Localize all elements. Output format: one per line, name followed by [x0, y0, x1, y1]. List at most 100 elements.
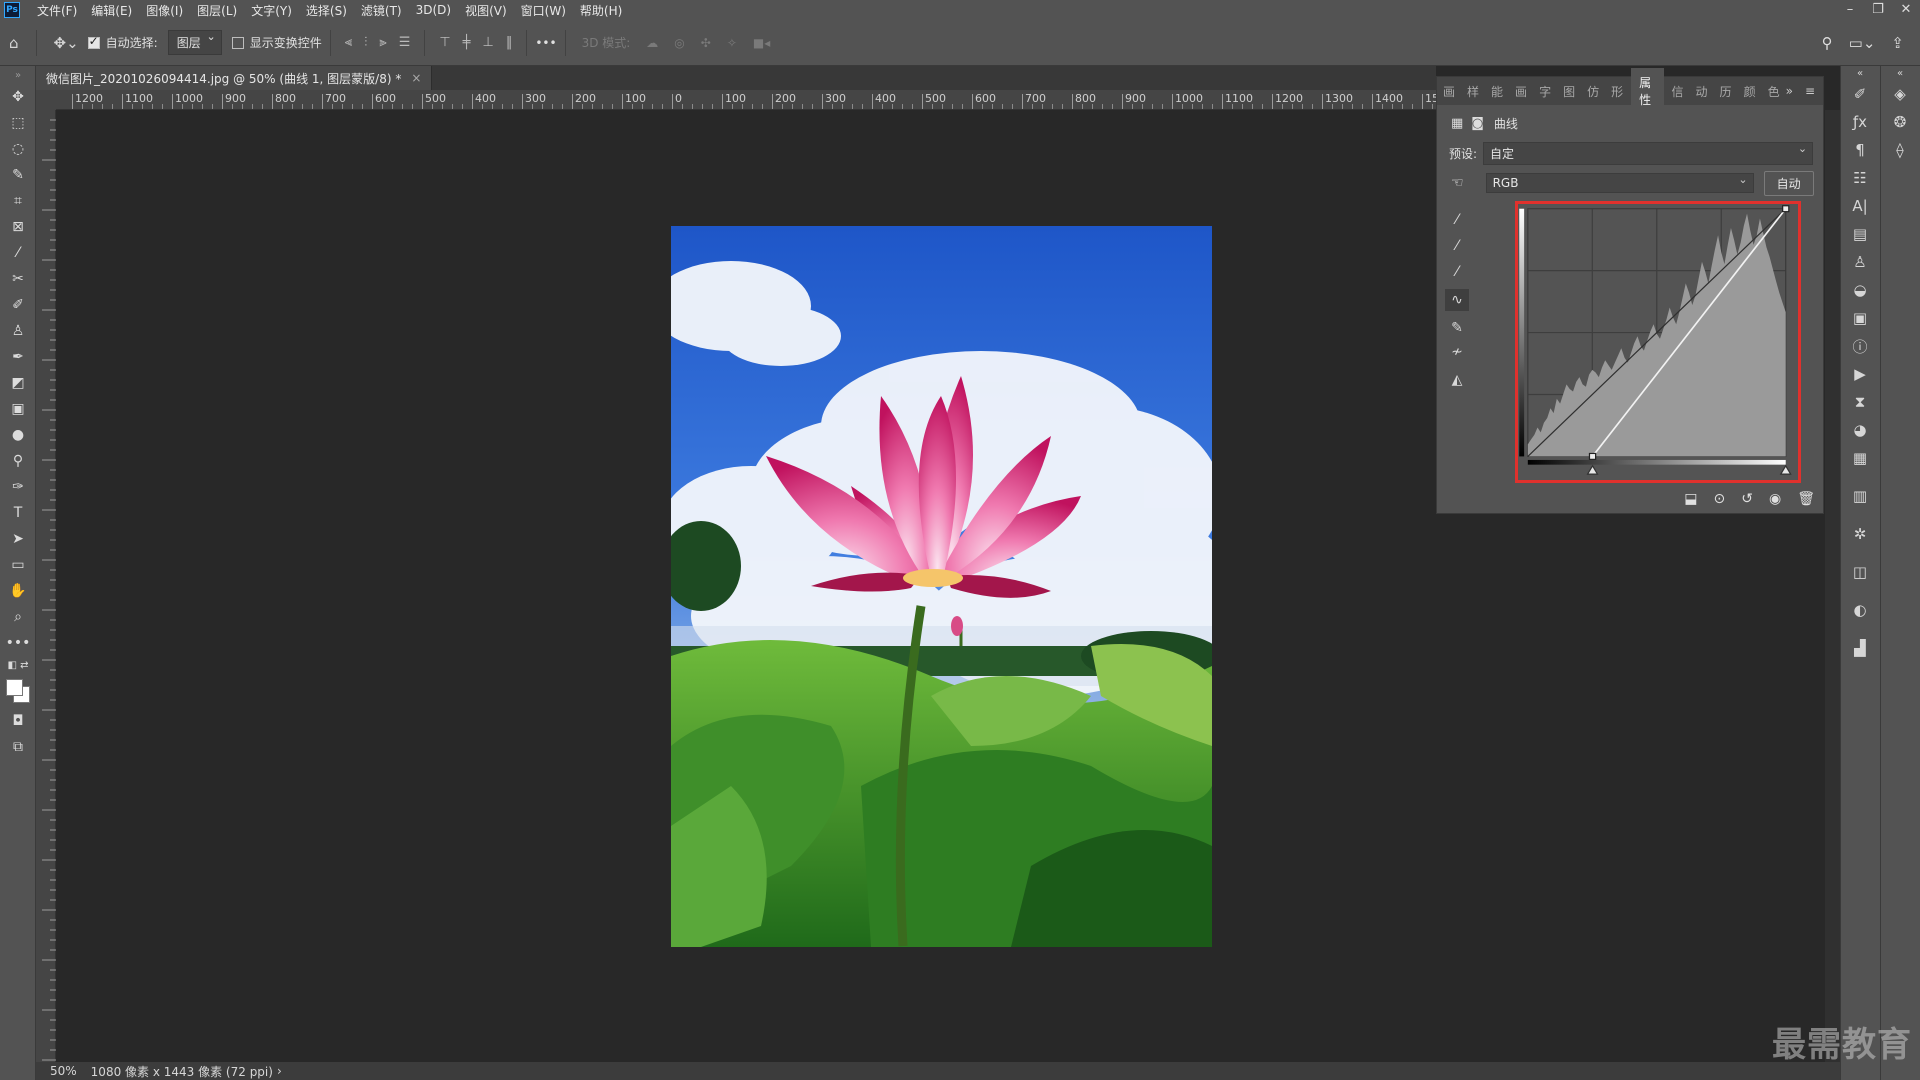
auto-select-target-dropdown[interactable]: 图层 — [167, 30, 222, 55]
quick-mask-icon[interactable]: ◘ — [0, 708, 36, 734]
healing-tool-icon[interactable]: ✂ — [0, 266, 36, 292]
align-middle-icon[interactable]: ╪ — [463, 35, 471, 50]
tab-brush[interactable]: 画 — [1443, 83, 1455, 100]
curves-graph-highlight[interactable] — [1515, 201, 1862, 530]
swatches-icon[interactable]: ▦ — [1841, 444, 1879, 472]
color-icon[interactable]: ◕ — [1841, 416, 1879, 444]
auto-select-checkbox[interactable] — [87, 34, 100, 49]
layers-icon[interactable]: ◈ — [1881, 80, 1919, 108]
menu-edit[interactable]: 编辑(E) — [84, 2, 139, 19]
more-tools-icon[interactable]: ••• — [0, 630, 36, 656]
rectangle-tool-icon[interactable]: ▭ — [0, 552, 36, 578]
shapes-icon[interactable]: ◒ — [1841, 276, 1879, 304]
notes-icon[interactable]: ▥ — [1841, 482, 1879, 510]
home-icon[interactable]: ⌂ — [9, 34, 19, 52]
marquee-tool-icon[interactable]: ⬚ — [0, 110, 36, 136]
clone-source-icon[interactable]: ♙ — [1841, 248, 1879, 276]
reset-defaults-icon[interactable]: ↺ — [1741, 491, 1753, 507]
close-tab-icon[interactable]: × — [411, 71, 421, 85]
info-icon[interactable]: ⓘ — [1841, 332, 1879, 360]
menu-3d[interactable]: 3D(D) — [409, 3, 458, 17]
tab-info[interactable]: 信 — [1672, 83, 1684, 100]
zoom-level[interactable]: 50% — [50, 1064, 77, 1078]
align-right-icon[interactable]: ⫸ — [379, 35, 386, 50]
tab-actions[interactable]: 动 — [1696, 83, 1708, 100]
share-icon[interactable]: ⇪ — [1891, 34, 1904, 52]
black-point-eyedropper-icon[interactable]: ⁄ — [1445, 209, 1469, 231]
history-icon[interactable]: ⧗ — [1841, 388, 1879, 416]
eraser-tool-icon[interactable]: ◩ — [0, 370, 36, 396]
curves-graph[interactable] — [1518, 204, 1862, 530]
move-tool-preset-icon[interactable]: ✥⌄ — [54, 34, 79, 52]
pen-tool-icon[interactable]: ✑ — [0, 474, 36, 500]
layer-comps-icon[interactable]: ▤ — [1841, 220, 1879, 248]
screen-mode-icon[interactable]: ⧉ — [0, 734, 36, 760]
lotus-photo[interactable] — [671, 226, 1212, 947]
color-swatches[interactable] — [0, 674, 36, 708]
type-tool-icon[interactable]: T — [0, 500, 36, 526]
status-menu-arrow[interactable]: › — [277, 1064, 282, 1078]
move-tool-icon[interactable]: ✥ — [0, 84, 36, 110]
delete-adjustment-icon[interactable]: 🗑 — [1797, 491, 1815, 507]
expand-panels-icon[interactable]: » — [1786, 84, 1793, 98]
styles-icon[interactable]: ƒx — [1841, 108, 1879, 136]
tab-adjustments[interactable]: 能 — [1491, 83, 1503, 100]
menu-window[interactable]: 窗口(W) — [514, 2, 573, 19]
tab-color[interactable]: 颜 — [1744, 83, 1756, 100]
crop-tool-icon[interactable]: ⌗ — [0, 188, 36, 214]
more-options-button[interactable]: ••• — [535, 36, 556, 50]
actions-icon[interactable]: ▶ — [1841, 360, 1879, 388]
search-icon[interactable]: ⚲ — [1822, 34, 1833, 52]
tab-shapes[interactable]: 形 — [1611, 83, 1623, 100]
gray-point-eyedropper-icon[interactable]: ⁄ — [1445, 235, 1469, 257]
menu-view[interactable]: 视图(V) — [458, 2, 514, 19]
ruler-origin[interactable] — [36, 90, 56, 110]
toggle-visibility-icon[interactable]: ◉ — [1769, 491, 1781, 507]
target-adjust-hand-icon[interactable]: ☜ — [1451, 175, 1464, 191]
tab-layer-comps[interactable]: 图 — [1563, 83, 1575, 100]
align-top-icon[interactable]: ⊤ — [439, 35, 450, 50]
align-left-icon[interactable]: ⫷ — [345, 35, 352, 50]
edit-points-icon[interactable]: ∿ — [1445, 289, 1469, 311]
horizontal-ruler[interactable]: 1200 1100 1000 900 800 700 600 500 400 300 200 100 0… — [56, 90, 1436, 110]
tab-properties[interactable]: 属性 — [1631, 68, 1664, 114]
character-icon[interactable]: A| — [1841, 192, 1879, 220]
zoom-tool-icon[interactable]: ⌕ — [0, 604, 36, 630]
frame-tool-icon[interactable]: ⊠ — [0, 214, 36, 240]
stamp-tool-icon[interactable]: ♙ — [0, 318, 36, 344]
curve-point-white[interactable] — [1782, 205, 1790, 213]
auto-button[interactable]: 自动 — [1763, 170, 1814, 196]
tab-swatches[interactable]: 色 — [1768, 83, 1780, 100]
workspace-icon[interactable]: ▭⌄ — [1849, 34, 1876, 52]
draw-curve-pencil-icon[interactable]: ✎ — [1445, 317, 1469, 339]
hand-tool-icon[interactable]: ✋ — [0, 578, 36, 604]
canvas-vertical-scrollbar[interactable] — [1825, 110, 1840, 1062]
libraries-icon[interactable]: ◫ — [1841, 558, 1879, 586]
histogram-icon[interactable]: ▟ — [1841, 634, 1879, 662]
brush-settings-icon[interactable]: ✐ — [1841, 80, 1879, 108]
dodge-tool-icon[interactable]: ⚲ — [0, 448, 36, 474]
close-button[interactable]: ✕ — [1892, 0, 1920, 20]
menu-help[interactable]: 帮助(H) — [573, 2, 629, 19]
menu-select[interactable]: 选择(S) — [299, 2, 354, 19]
swap-colors-icon[interactable]: ◧ ⇄ — [0, 656, 36, 674]
quick-select-tool-icon[interactable]: ✎ — [0, 162, 36, 188]
tab-artboard[interactable]: 画 — [1515, 83, 1527, 100]
vertical-ruler[interactable] — [36, 110, 56, 1062]
panel-menu-icon[interactable]: ≡ — [1805, 84, 1815, 98]
lasso-tool-icon[interactable]: ◌ — [0, 136, 36, 162]
tab-clone-source[interactable]: 仿 — [1587, 83, 1599, 100]
gradients-icon[interactable]: ◐ — [1841, 596, 1879, 624]
restore-button[interactable]: ❐ — [1864, 0, 1892, 20]
adjustments-icon[interactable]: ☷ — [1841, 164, 1879, 192]
menu-type[interactable]: 文字(Y) — [244, 2, 299, 19]
view-previous-state-icon[interactable]: ⊙ — [1714, 491, 1726, 507]
menu-image[interactable]: 图像(I) — [139, 2, 190, 19]
brush-tool-icon[interactable]: ✐ — [0, 292, 36, 318]
preset-dropdown[interactable]: 自定 — [1483, 141, 1814, 165]
foreground-color-swatch[interactable] — [6, 679, 23, 696]
tab-history[interactable]: 历 — [1720, 83, 1732, 100]
document-tab[interactable]: 微信图片_20201026094414.jpg @ 50% (曲线 1, 图层蒙… — [36, 66, 433, 90]
eyedropper-tool-icon[interactable]: ⁄ — [0, 240, 36, 266]
align-bottom-icon[interactable]: ⊥ — [483, 35, 494, 50]
